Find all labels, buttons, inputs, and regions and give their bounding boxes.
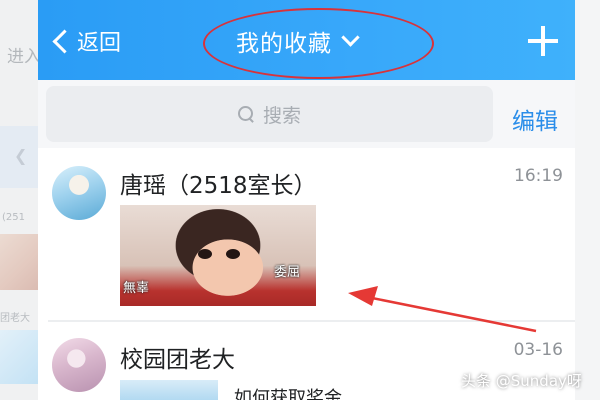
avatar[interactable] — [52, 338, 106, 392]
image-caption-left: 無辜 — [123, 281, 150, 296]
highlight-ellipse-annotation — [203, 8, 434, 79]
search-input[interactable]: 搜索 — [46, 86, 493, 142]
sender-name: 唐瑶（2518室长） — [120, 173, 317, 199]
background-thumbnail — [0, 234, 38, 290]
timestamp: 16:19 — [514, 166, 563, 186]
sender-name: 校园团老大 — [120, 347, 235, 373]
background-thumbnail — [0, 330, 38, 384]
image-caption-right: 委屈 — [273, 265, 300, 280]
timestamp: 03-16 — [513, 340, 563, 360]
avatar[interactable] — [52, 166, 106, 220]
search-icon — [237, 106, 254, 122]
favorites-screen: 返回 我的收藏 搜索 编辑 唐瑶（2518室长） 16:19 無辜 委屈 校园团… — [38, 0, 575, 400]
watermark: 头条 @Sunday呀 — [461, 372, 582, 390]
background-partial-name: 团老大 — [0, 313, 30, 324]
article-thumbnail — [120, 380, 218, 400]
search-placeholder: 搜索 — [262, 104, 301, 127]
background-chevron-icon: ❮ — [14, 146, 28, 165]
background-enter-text: 进入 — [7, 47, 40, 67]
search-bar-row: 搜索 编辑 — [38, 80, 575, 148]
favorite-item[interactable]: 唐瑶（2518室长） 16:19 無辜 委屈 — [38, 148, 575, 320]
edit-button[interactable]: 编辑 — [512, 102, 558, 136]
back-button[interactable]: 返回 — [50, 24, 121, 58]
article-title: 如何获取奖金 — [234, 388, 342, 400]
chevron-left-icon — [52, 28, 77, 54]
back-label: 返回 — [77, 31, 122, 56]
background-app: 进入 ❮ (251 团老大 — [0, 0, 40, 400]
favorite-image[interactable]: 無辜 委屈 — [120, 205, 316, 306]
add-icon[interactable] — [528, 26, 558, 56]
background-partial-number: (251 — [2, 212, 25, 223]
